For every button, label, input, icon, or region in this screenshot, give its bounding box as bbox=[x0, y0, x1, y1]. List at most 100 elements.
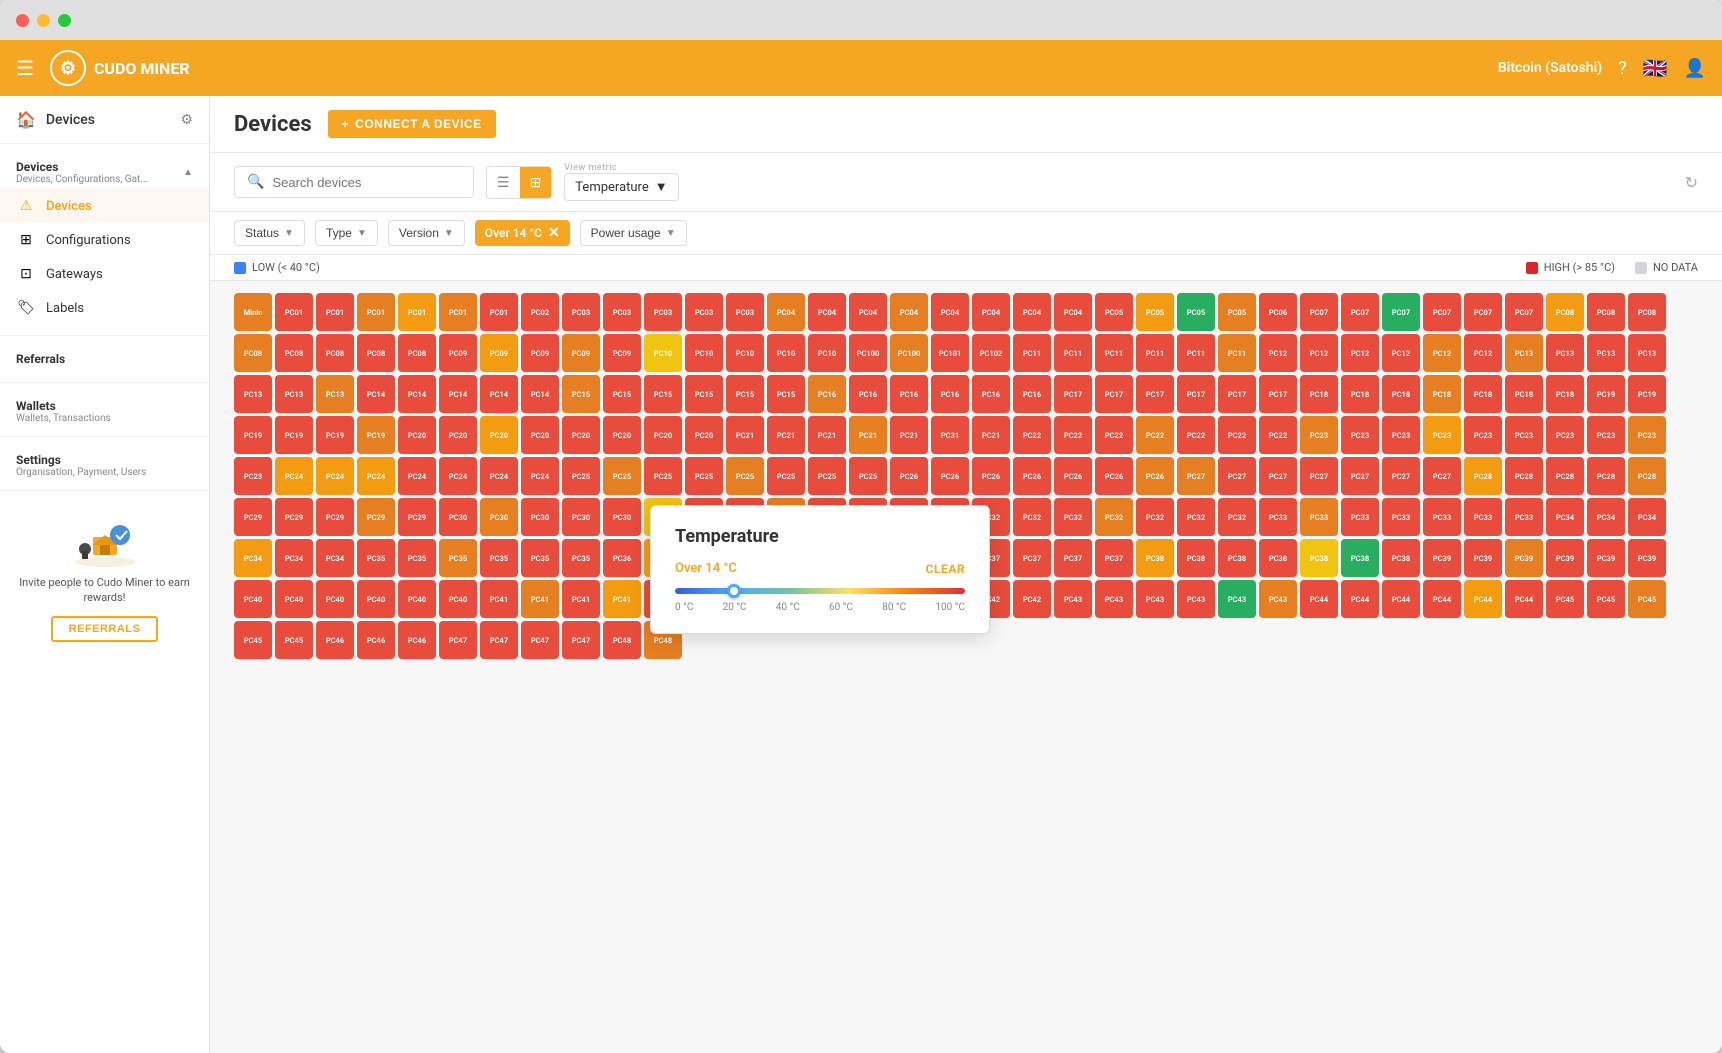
device-tile[interactable]: PC16 bbox=[931, 375, 969, 413]
device-tile[interactable]: PC25 bbox=[767, 457, 805, 495]
device-tile[interactable]: PC22 bbox=[1054, 416, 1092, 454]
device-tile[interactable]: PC32 bbox=[1054, 498, 1092, 536]
device-tile[interactable]: PC24 bbox=[521, 457, 559, 495]
device-tile[interactable]: PC23 bbox=[1382, 416, 1420, 454]
device-tile[interactable]: PC12 bbox=[1382, 334, 1420, 372]
close-icon[interactable] bbox=[16, 14, 29, 27]
device-tile[interactable]: PC20 bbox=[521, 416, 559, 454]
device-tile[interactable]: PC33 bbox=[1300, 498, 1338, 536]
sidebar-section-settings[interactable]: Settings Organisation, Payment, Users bbox=[0, 437, 209, 491]
menu-icon[interactable]: ☰ bbox=[16, 56, 34, 80]
view-metric-dropdown[interactable]: Temperature ▼ bbox=[564, 173, 678, 201]
device-tile[interactable]: PC32 bbox=[1177, 498, 1215, 536]
device-tile[interactable]: PC47 bbox=[480, 621, 518, 659]
device-tile[interactable]: PC01 bbox=[275, 293, 313, 331]
device-tile[interactable]: PC11 bbox=[1136, 334, 1174, 372]
device-tile[interactable]: PC17 bbox=[1259, 375, 1297, 413]
sidebar-section-devices-header[interactable]: Devices Devices, Configurations, Gat... … bbox=[0, 154, 209, 189]
device-tile[interactable]: PC37 bbox=[1054, 539, 1092, 577]
device-tile[interactable]: PC09 bbox=[562, 334, 600, 372]
referrals-button[interactable]: REFERRALS bbox=[51, 616, 159, 642]
device-tile[interactable]: PC34 bbox=[1546, 498, 1584, 536]
device-tile[interactable]: PC14 bbox=[439, 375, 477, 413]
device-tile[interactable]: PC04 bbox=[808, 293, 846, 331]
device-tile[interactable]: PC17 bbox=[1054, 375, 1092, 413]
device-tile[interactable]: PC14 bbox=[521, 375, 559, 413]
device-tile[interactable]: PC07 bbox=[1341, 293, 1379, 331]
device-tile[interactable]: PC41 bbox=[480, 580, 518, 618]
device-tile[interactable]: PC46 bbox=[357, 621, 395, 659]
device-tile[interactable]: PC10 bbox=[685, 334, 723, 372]
device-tile[interactable]: PC09 bbox=[480, 334, 518, 372]
device-tile[interactable]: PC17 bbox=[1177, 375, 1215, 413]
device-tile[interactable]: PC03 bbox=[726, 293, 764, 331]
device-tile[interactable]: PC39 bbox=[1423, 539, 1461, 577]
device-tile[interactable]: PC11 bbox=[1013, 334, 1051, 372]
device-tile[interactable]: PC18 bbox=[1464, 375, 1502, 413]
device-tile[interactable]: PC27 bbox=[1259, 457, 1297, 495]
device-tile[interactable]: PC20 bbox=[603, 416, 641, 454]
device-tile[interactable]: PC29 bbox=[398, 498, 436, 536]
device-tile[interactable]: PC11 bbox=[1095, 334, 1133, 372]
device-tile[interactable]: PC23 bbox=[1546, 416, 1584, 454]
device-tile[interactable]: PC40 bbox=[439, 580, 477, 618]
device-tile[interactable]: PC33 bbox=[1382, 498, 1420, 536]
device-tile[interactable]: PC48 bbox=[603, 621, 641, 659]
device-tile[interactable]: PC14 bbox=[480, 375, 518, 413]
device-tile[interactable]: PC37 bbox=[1095, 539, 1133, 577]
device-tile[interactable]: PC33 bbox=[1464, 498, 1502, 536]
device-tile[interactable]: PC23 bbox=[1464, 416, 1502, 454]
device-tile[interactable]: PC16 bbox=[890, 375, 928, 413]
device-tile[interactable]: PC30 bbox=[521, 498, 559, 536]
device-tile[interactable]: PC38 bbox=[1136, 539, 1174, 577]
device-tile[interactable]: PC38 bbox=[1341, 539, 1379, 577]
device-tile[interactable]: PC43 bbox=[1259, 580, 1297, 618]
device-tile[interactable]: PC26 bbox=[972, 457, 1010, 495]
device-tile[interactable]: PC43 bbox=[1177, 580, 1215, 618]
device-tile[interactable]: PC10 bbox=[726, 334, 764, 372]
device-tile[interactable]: PC17 bbox=[1136, 375, 1174, 413]
device-tile[interactable]: PC26 bbox=[1095, 457, 1133, 495]
device-tile[interactable]: PC38 bbox=[1259, 539, 1297, 577]
device-tile[interactable]: PC13 bbox=[275, 375, 313, 413]
device-tile[interactable]: PC35 bbox=[480, 539, 518, 577]
device-tile[interactable]: PC19 bbox=[316, 416, 354, 454]
search-box[interactable]: 🔍 bbox=[234, 166, 474, 198]
device-tile[interactable]: PC11 bbox=[1177, 334, 1215, 372]
device-tile[interactable]: PC43 bbox=[1136, 580, 1174, 618]
device-tile[interactable]: PC15 bbox=[603, 375, 641, 413]
device-tile[interactable]: PC27 bbox=[1382, 457, 1420, 495]
device-tile[interactable]: PC28 bbox=[1546, 457, 1584, 495]
device-tile[interactable]: PC38 bbox=[1300, 539, 1338, 577]
device-tile[interactable]: PC18 bbox=[1546, 375, 1584, 413]
device-tile[interactable]: PC36 bbox=[603, 539, 641, 577]
device-tile[interactable]: PC04 bbox=[1013, 293, 1051, 331]
device-tile[interactable]: PC21 bbox=[849, 416, 887, 454]
device-tile[interactable]: PC44 bbox=[1300, 580, 1338, 618]
device-tile[interactable]: PC07 bbox=[1382, 293, 1420, 331]
device-tile[interactable]: PC22 bbox=[1136, 416, 1174, 454]
device-tile[interactable]: PC04 bbox=[890, 293, 928, 331]
device-tile[interactable]: PC30 bbox=[480, 498, 518, 536]
grid-view-button[interactable]: ⊞ bbox=[520, 167, 552, 198]
device-tile[interactable]: PC26 bbox=[931, 457, 969, 495]
device-tile[interactable]: PC27 bbox=[1218, 457, 1256, 495]
device-tile[interactable]: PC01 bbox=[316, 293, 354, 331]
device-tile[interactable]: PC21 bbox=[890, 416, 928, 454]
device-tile[interactable]: PC38 bbox=[1177, 539, 1215, 577]
device-tile[interactable]: PC23 bbox=[1300, 416, 1338, 454]
device-tile[interactable]: PC23 bbox=[1587, 416, 1625, 454]
device-tile[interactable]: PC46 bbox=[398, 621, 436, 659]
device-tile[interactable]: PC34 bbox=[1628, 498, 1666, 536]
device-tile[interactable]: PC16 bbox=[1013, 375, 1051, 413]
device-tile[interactable]: PC22 bbox=[1177, 416, 1215, 454]
device-tile[interactable]: PC08 bbox=[1587, 293, 1625, 331]
device-tile[interactable]: PC27 bbox=[1177, 457, 1215, 495]
device-tile[interactable]: PC35 bbox=[562, 539, 600, 577]
device-tile[interactable]: PC24 bbox=[439, 457, 477, 495]
device-tile[interactable]: PC34 bbox=[275, 539, 313, 577]
device-tile[interactable]: PC28 bbox=[1505, 457, 1543, 495]
device-tile[interactable]: PC08 bbox=[275, 334, 313, 372]
popup-clear-button[interactable]: CLEAR bbox=[926, 562, 965, 576]
device-tile[interactable]: PC41 bbox=[603, 580, 641, 618]
